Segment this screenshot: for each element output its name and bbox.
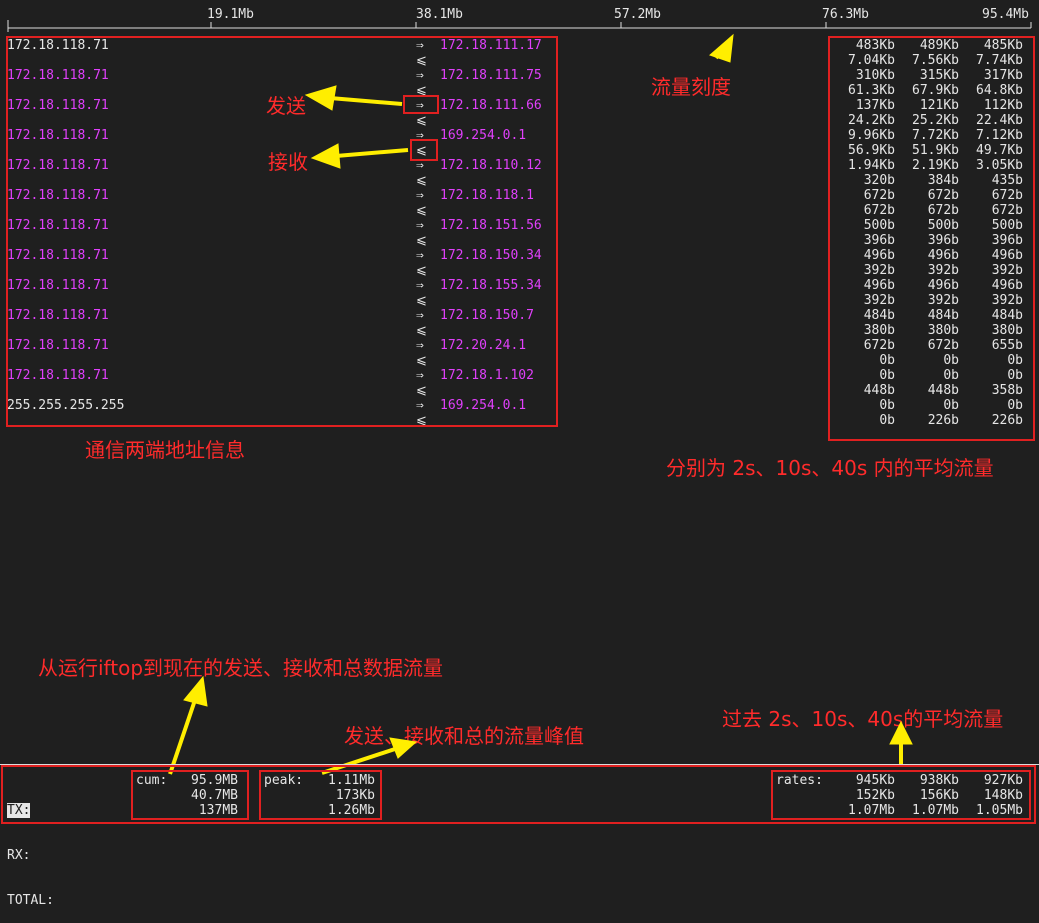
send-arrow-box	[403, 95, 439, 114]
arrowhead-icon	[183, 675, 208, 707]
send-annotation: 发送	[266, 94, 306, 118]
averages-annotation: 分别为 2s、10s、40s 内的平均流量	[666, 456, 994, 480]
scale-tick-label: 19.1Mb	[207, 7, 254, 22]
recv-arrow-box	[410, 139, 438, 161]
arrowhead-icon	[709, 33, 734, 63]
rates-box	[828, 36, 1035, 441]
scale-annotation: 流量刻度	[651, 75, 731, 99]
scale-tick-label: 76.3Mb	[822, 7, 869, 22]
scale-tick-label: 38.1Mb	[416, 7, 463, 22]
rx-label: RX:	[7, 848, 31, 863]
peak-annotation: 发送、接收和总的流量峰值	[344, 724, 584, 748]
footer-box	[1, 765, 1036, 824]
cumulative-annotation: 从运行iftop到现在的发送、接收和总数据流量	[38, 656, 444, 680]
scale-tick-label: 57.2Mb	[614, 7, 661, 22]
scale-tick-label: 95.4Mb	[982, 7, 1029, 22]
total-label: TOTAL:	[7, 893, 54, 908]
address-annotation: 通信两端地址信息	[85, 438, 245, 462]
traffic-scale-bar	[7, 20, 1032, 32]
recv-annotation: 接收	[268, 150, 308, 174]
past-average-annotation: 过去 2s、10s、40s的平均流量	[722, 707, 1004, 731]
